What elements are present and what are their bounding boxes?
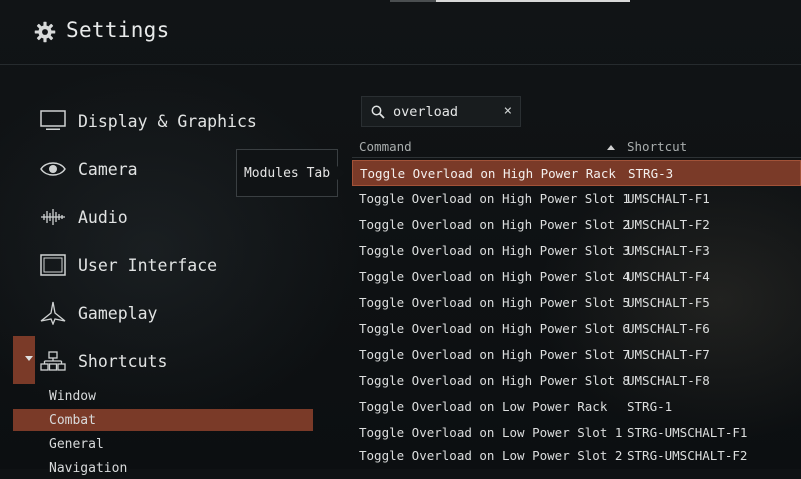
row-shortcut: UMSCHALT-F7 [627, 347, 710, 362]
page-title: Settings [66, 18, 170, 42]
row-shortcut: UMSCHALT-F5 [627, 295, 710, 310]
table-row[interactable]: Toggle Overload on High Power Slot 5 UMS… [352, 290, 801, 316]
chevron-down-icon[interactable] [25, 356, 33, 361]
sidebar-item-label: Display & Graphics [78, 111, 257, 131]
row-command: Toggle Overload on High Power Slot 8 [359, 373, 630, 388]
subitem-label: Navigation [49, 460, 128, 476]
sidebar-item-label: Camera [78, 159, 138, 179]
column-header-shortcut[interactable]: Shortcut [627, 139, 687, 154]
ship-icon [40, 301, 66, 325]
audio-wave-icon [40, 205, 66, 229]
hierarchy-icon [40, 349, 66, 373]
sidebar-item-gameplay[interactable]: Gameplay [40, 298, 157, 328]
sidebar-item-label: Gameplay [78, 303, 158, 323]
table-row[interactable]: Toggle Overload on Low Power Rack STRG-1 [352, 394, 801, 420]
subitem-label: General [49, 436, 104, 452]
search-icon [371, 105, 385, 119]
table-row[interactable]: Toggle Overload on High Power Slot 1 UMS… [352, 186, 801, 212]
row-command: Toggle Overload on Low Power Slot 1 [359, 425, 623, 440]
sidebar-subitem-general[interactable]: General [13, 433, 313, 455]
row-shortcut: UMSCHALT-F6 [627, 321, 710, 336]
sidebar-item-label: Shortcuts [78, 351, 168, 371]
subitem-label: Combat [49, 412, 96, 428]
row-command: Toggle Overload on High Power Rack [360, 166, 616, 181]
search-field[interactable]: overload × [361, 96, 521, 127]
sidebar-item-shortcuts[interactable]: Shortcuts [40, 346, 167, 376]
sidebar-subitem-combat[interactable]: Combat [13, 409, 313, 431]
row-shortcut: UMSCHALT-F1 [627, 191, 710, 206]
sidebar-subitem-navigation[interactable]: Navigation [13, 457, 313, 479]
row-shortcut: UMSCHALT-F3 [627, 243, 710, 258]
row-command: Toggle Overload on High Power Slot 1 [359, 191, 630, 206]
sidebar-item-audio[interactable]: Audio [40, 202, 128, 232]
sort-ascending-icon[interactable] [607, 145, 615, 150]
table-row[interactable]: Toggle Overload on High Power Slot 2 UMS… [352, 212, 801, 238]
row-command: Toggle Overload on Low Power Rack [359, 399, 608, 414]
subitem-label: Window [49, 388, 96, 404]
row-command: Toggle Overload on High Power Slot 3 [359, 243, 630, 258]
eye-icon [40, 157, 66, 181]
row-shortcut: STRG-3 [628, 166, 674, 181]
row-command: Toggle Overload on High Power Slot 5 [359, 295, 630, 310]
row-shortcut: STRG-UMSCHALT-F2 [627, 448, 748, 463]
tooltip-text: Modules Tab [243, 165, 331, 181]
table-row[interactable]: Toggle Overload on High Power Slot 4 UMS… [352, 264, 801, 290]
sidebar-item-user-interface[interactable]: User Interface [40, 250, 217, 280]
settings-header: Settings [0, 0, 801, 65]
sidebar-subitem-window[interactable]: Window [13, 385, 313, 407]
table-row[interactable]: Toggle Overload on High Power Slot 3 UMS… [352, 238, 801, 264]
table-row[interactable]: Toggle Overload on High Power Slot 6 UMS… [352, 316, 801, 342]
row-command: Toggle Overload on High Power Slot 6 [359, 321, 630, 336]
table-row[interactable]: Toggle Overload on Low Power Slot 2 STRG… [352, 443, 801, 469]
row-command: Toggle Overload on Low Power Slot 2 [359, 448, 623, 463]
sidebar-item-camera[interactable]: Camera [40, 154, 138, 184]
tooltip-arrow [337, 166, 345, 180]
row-shortcut: UMSCHALT-F2 [627, 217, 710, 232]
row-shortcut: STRG-1 [627, 399, 673, 414]
sidebar-item-display-graphics[interactable]: Display & Graphics [40, 106, 257, 136]
tooltip: Modules Tab [236, 149, 338, 197]
table-row[interactable]: Toggle Overload on High Power Slot 7 UMS… [352, 342, 801, 368]
column-header-command[interactable]: Command [359, 139, 412, 154]
row-command: Toggle Overload on High Power Slot 7 [359, 347, 630, 362]
row-command: Toggle Overload on High Power Slot 4 [359, 269, 630, 284]
row-shortcut: UMSCHALT-F4 [627, 269, 710, 284]
window-icon [40, 253, 66, 277]
row-shortcut: STRG-UMSCHALT-F1 [627, 425, 748, 440]
close-icon[interactable]: × [504, 103, 512, 119]
row-command: Toggle Overload on High Power Slot 2 [359, 217, 630, 232]
search-input[interactable]: overload [393, 104, 458, 120]
header-divider [352, 157, 801, 158]
monitor-icon [40, 109, 66, 133]
gear-icon [34, 21, 56, 43]
table-row[interactable]: Toggle Overload on High Power Slot 8 UMS… [352, 368, 801, 394]
row-shortcut: UMSCHALT-F8 [627, 373, 710, 388]
sidebar-item-label: Audio [78, 207, 128, 227]
table-row[interactable]: Toggle Overload on High Power Rack STRG-… [352, 160, 801, 186]
sidebar-item-label: User Interface [78, 255, 218, 275]
